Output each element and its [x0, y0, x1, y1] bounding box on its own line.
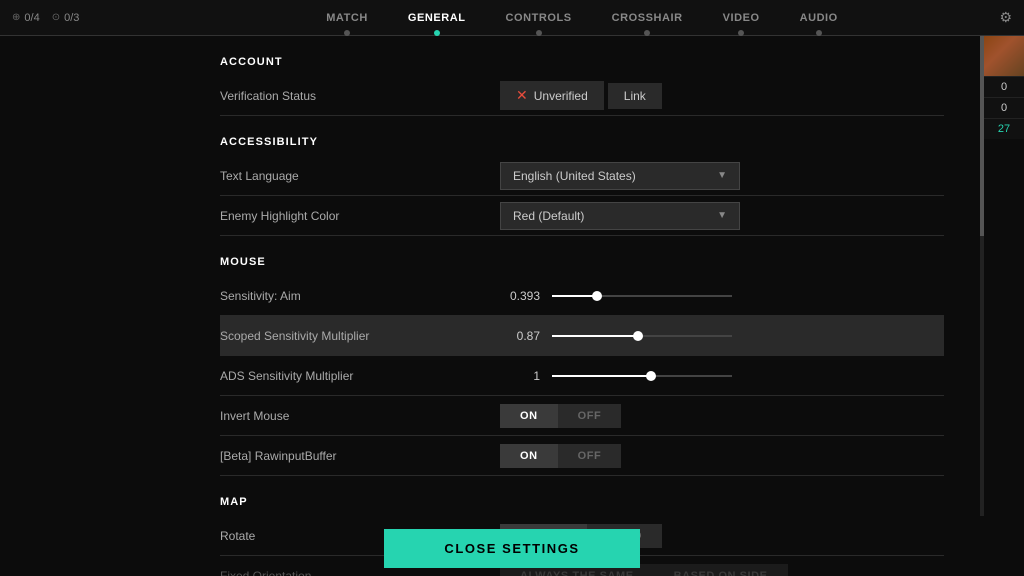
sensitivity-aim-slider-container: 0.393 — [500, 289, 944, 303]
scoped-sensitivity-track[interactable] — [552, 335, 732, 337]
sensitivity-aim-control: 0.393 — [500, 289, 944, 303]
chevron-down-icon-2: ▼ — [717, 210, 727, 221]
scoped-sensitivity-thumb[interactable] — [633, 331, 643, 341]
side-number-1: 0 — [984, 76, 1024, 97]
section-map: MAP — [220, 496, 944, 508]
verification-row: Verification Status ✕ Unverified Link — [220, 76, 944, 116]
invert-mouse-off-btn[interactable]: Off — [558, 404, 622, 428]
raw-input-on-btn[interactable]: On — [500, 444, 558, 468]
sensitivity-aim-label: Sensitivity: Aim — [220, 289, 500, 303]
tab-crosshair[interactable]: CROSSHAIR — [592, 0, 703, 36]
stat-2: ⊙ 0/3 — [52, 12, 80, 24]
verification-control: ✕ Unverified Link — [500, 81, 944, 110]
tab-controls[interactable]: CONTROLS — [486, 0, 592, 36]
verification-label: Verification Status — [220, 89, 500, 103]
unverified-cell: ✕ Unverified — [500, 81, 604, 110]
sensitivity-aim-fill — [552, 295, 597, 297]
scoped-sensitivity-control: 0.87 — [500, 329, 944, 343]
close-settings-button[interactable]: CLOSE SETTINGS — [384, 529, 639, 568]
tab-audio[interactable]: AUDIO — [780, 0, 858, 36]
settings-panel: ACCOUNT Verification Status ✕ Unverified… — [180, 36, 984, 576]
crosshair-icon: ⊕ — [12, 12, 20, 23]
ads-sensitivity-label: ADS Sensitivity Multiplier — [220, 369, 500, 383]
enemy-highlight-row: Enemy Highlight Color Red (Default) ▼ — [220, 196, 944, 236]
enemy-highlight-value: Red (Default) — [513, 209, 584, 223]
unverified-text: Unverified — [534, 89, 588, 103]
section-accessibility: ACCESSIBILITY — [220, 136, 944, 148]
invert-mouse-on-btn[interactable]: On — [500, 404, 558, 428]
raw-input-row: [Beta] RawinputBuffer On Off — [220, 436, 944, 476]
nav-stats: ⊕ 0/4 ⊙ 0/3 — [0, 12, 200, 24]
gear-icon[interactable]: ⚙ — [999, 9, 1012, 26]
avatar — [984, 36, 1024, 76]
link-cell[interactable]: Link — [608, 83, 662, 109]
tab-video[interactable]: VIDEO — [703, 0, 780, 36]
text-language-value: English (United States) — [513, 169, 636, 183]
text-language-row: Text Language English (United States) ▼ — [220, 156, 944, 196]
scoped-sensitivity-label: Scoped Sensitivity Multiplier — [220, 329, 500, 343]
scoped-sensitivity-row: Scoped Sensitivity Multiplier 0.87 — [220, 316, 944, 356]
stat-1: ⊕ 0/4 — [12, 12, 40, 24]
x-icon: ✕ — [516, 87, 528, 104]
text-language-label: Text Language — [220, 169, 500, 183]
raw-input-toggle: On Off — [500, 444, 621, 468]
invert-mouse-toggle: On Off — [500, 404, 621, 428]
top-nav-bar: ⊕ 0/4 ⊙ 0/3 MATCH GENERAL CONTROLS CROSS… — [0, 0, 1024, 36]
ads-sensitivity-track[interactable] — [552, 375, 732, 377]
chevron-down-icon: ▼ — [717, 170, 727, 181]
raw-input-off-btn[interactable]: Off — [558, 444, 622, 468]
tab-general[interactable]: GENERAL — [388, 0, 486, 36]
invert-mouse-label: Invert Mouse — [220, 409, 500, 423]
raw-input-control: On Off — [500, 444, 944, 468]
shield-icon: ⊙ — [52, 12, 60, 23]
nav-right: ⚙ — [964, 9, 1024, 26]
sensitivity-aim-row: Sensitivity: Aim 0.393 — [220, 276, 944, 316]
text-language-dropdown[interactable]: English (United States) ▼ — [500, 162, 740, 190]
sensitivity-aim-thumb[interactable] — [592, 291, 602, 301]
ads-sensitivity-value: 1 — [500, 369, 540, 383]
enemy-highlight-dropdown[interactable]: Red (Default) ▼ — [500, 202, 740, 230]
text-language-control: English (United States) ▼ — [500, 162, 944, 190]
stat-2-value: 0/3 — [64, 12, 79, 24]
nav-tabs: MATCH GENERAL CONTROLS CROSSHAIR VIDEO A… — [200, 0, 964, 36]
scoped-sensitivity-fill — [552, 335, 638, 337]
ads-sensitivity-row: ADS Sensitivity Multiplier 1 — [220, 356, 944, 396]
ads-sensitivity-control: 1 — [500, 369, 944, 383]
ads-sensitivity-fill — [552, 375, 651, 377]
sensitivity-aim-value: 0.393 — [500, 289, 540, 303]
side-number-3: 27 — [984, 118, 1024, 139]
invert-mouse-control: On Off — [500, 404, 944, 428]
side-number-2: 0 — [984, 97, 1024, 118]
tab-match[interactable]: MATCH — [306, 0, 388, 36]
sensitivity-aim-track[interactable] — [552, 295, 732, 297]
scoped-sensitivity-slider-container: 0.87 — [500, 329, 944, 343]
enemy-highlight-control: Red (Default) ▼ — [500, 202, 944, 230]
invert-mouse-row: Invert Mouse On Off — [220, 396, 944, 436]
ads-sensitivity-slider-container: 1 — [500, 369, 944, 383]
settings-content[interactable]: ACCOUNT Verification Status ✕ Unverified… — [180, 36, 984, 576]
close-btn-container: CLOSE SETTINGS — [0, 520, 1024, 576]
raw-input-label: [Beta] RawinputBuffer — [220, 449, 500, 463]
ads-sensitivity-thumb[interactable] — [646, 371, 656, 381]
stat-1-value: 0/4 — [24, 12, 39, 24]
section-account: ACCOUNT — [220, 56, 944, 68]
right-panel: 0 0 27 — [984, 36, 1024, 139]
scoped-sensitivity-value: 0.87 — [500, 329, 540, 343]
enemy-highlight-label: Enemy Highlight Color — [220, 209, 500, 223]
section-mouse: MOUSE — [220, 256, 944, 268]
